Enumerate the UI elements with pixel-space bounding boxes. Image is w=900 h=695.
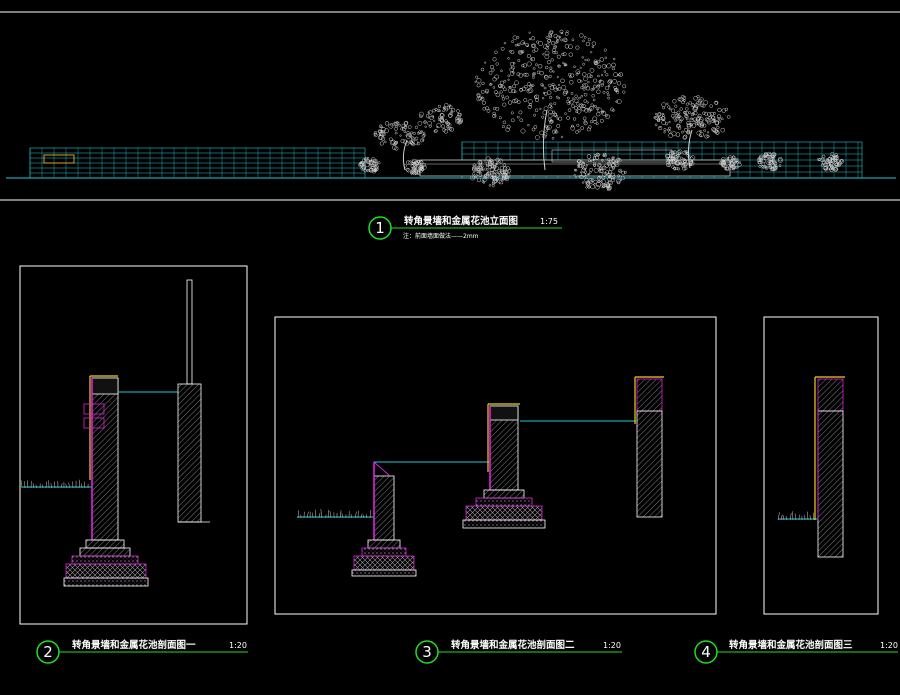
section-view-4: 4 转角景墙和金属花池剖面图三 1:20 bbox=[694, 316, 898, 664]
section-view-3: 3 转角景墙和金属花池剖面图二 1:20 bbox=[274, 316, 717, 664]
title-3-text: 转角景墙和金属花池剖面图二 bbox=[451, 639, 575, 651]
title-4-text: 转角景墙和金属花池剖面图三 bbox=[729, 639, 853, 651]
elevation-view: 1 转角景墙和金属花池立面图 1:75 注：前面墙面做法——2mm bbox=[0, 11, 900, 240]
callout-number-1: 1 bbox=[375, 219, 385, 237]
title-3-scale: 1:20 bbox=[603, 641, 621, 650]
title-1-note: 注：前面墙面做法——2mm bbox=[403, 232, 479, 240]
callout-number-3: 3 bbox=[422, 643, 432, 661]
title-1-scale: 1:75 bbox=[540, 217, 558, 226]
title-callout-1: 1 转角景墙和金属花池立面图 1:75 注：前面墙面做法——2mm bbox=[368, 215, 562, 240]
elevation-left-wall bbox=[29, 147, 366, 179]
wall-signage bbox=[43, 154, 75, 164]
title-1-text: 转角景墙和金属花池立面图 bbox=[404, 215, 518, 227]
title-2-scale: 1:20 bbox=[229, 641, 247, 650]
callout-number-2: 2 bbox=[43, 643, 53, 661]
title-callout-3: 3 转角景墙和金属花池剖面图二 1:20 bbox=[415, 639, 622, 664]
title-callout-4: 4 转角景墙和金属花池剖面图三 1:20 bbox=[694, 639, 898, 664]
title-2-text: 转角景墙和金属花池剖面图一 bbox=[72, 639, 196, 651]
title-4-scale: 1:20 bbox=[880, 641, 898, 650]
callout-number-4: 4 bbox=[701, 643, 711, 661]
title-callout-2: 2 转角景墙和金属花池剖面图一 1:20 bbox=[36, 639, 248, 664]
section-view-2: 2 转角景墙和金属花池剖面图一 1:20 bbox=[19, 265, 248, 664]
cad-drawing-canvas: 1 转角景墙和金属花池立面图 1:75 注：前面墙面做法——2mm 2 转角景墙… bbox=[0, 11, 900, 664]
